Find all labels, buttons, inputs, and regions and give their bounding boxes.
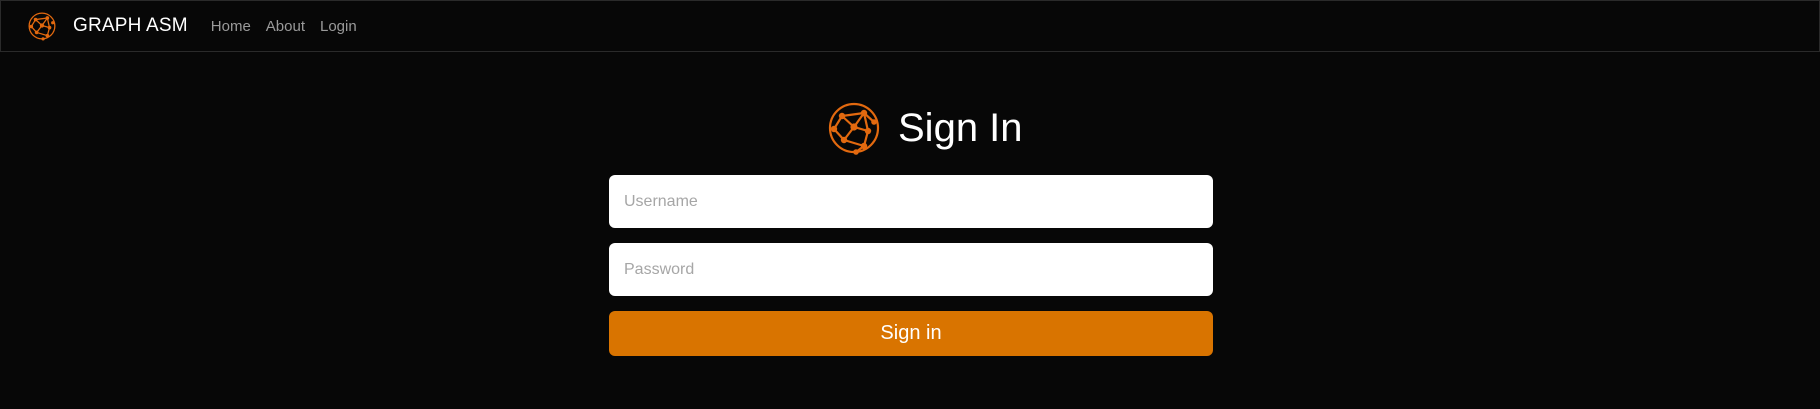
brand-title: GRAPH ASM [73, 15, 188, 36]
navbar: GRAPH ASM Home About Login [0, 0, 1820, 52]
page-title: Sign In [898, 106, 1023, 150]
graph-network-icon [27, 11, 57, 41]
graph-network-icon [826, 100, 882, 156]
password-input[interactable] [609, 243, 1213, 296]
nav-links: Home About Login [211, 18, 372, 35]
signin-panel: Sign In Sign in [0, 52, 1820, 409]
nav-link-login[interactable]: Login [320, 18, 357, 35]
brand[interactable]: GRAPH ASM [27, 11, 188, 41]
sign-in-button[interactable]: Sign in [609, 311, 1213, 356]
username-input[interactable] [609, 175, 1213, 228]
nav-link-about[interactable]: About [266, 18, 305, 35]
signin-heading: Sign In [826, 100, 1023, 156]
nav-link-home[interactable]: Home [211, 18, 251, 35]
